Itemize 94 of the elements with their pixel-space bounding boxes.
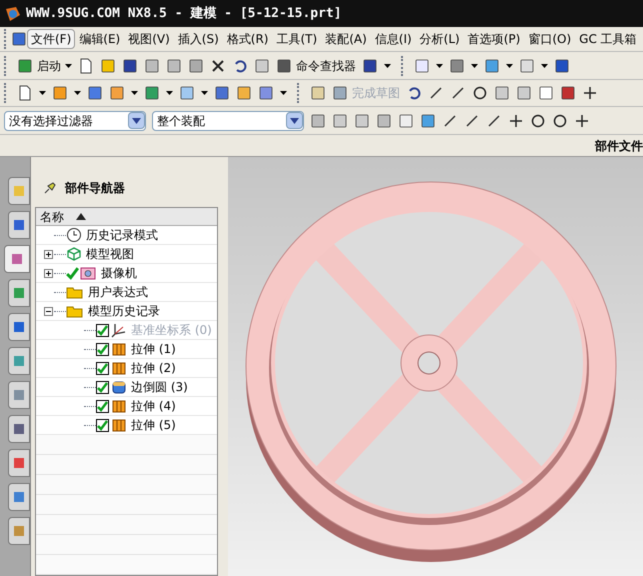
collapse-icon[interactable] bbox=[44, 306, 52, 316]
resource-tab[interactable] bbox=[8, 211, 30, 239]
resource-bar-label: 部件文件 bbox=[595, 138, 643, 154]
rounded-box-icon bbox=[111, 379, 127, 395]
checkbox[interactable] bbox=[96, 362, 109, 374]
caret-icon[interactable] bbox=[280, 91, 287, 95]
checkbox[interactable] bbox=[96, 380, 109, 394]
menu-item[interactable]: GC 工具箱 bbox=[575, 29, 641, 49]
resource-tab[interactable] bbox=[8, 381, 30, 409]
menu-item[interactable]: 窗口(O) bbox=[524, 29, 576, 49]
tab-icon bbox=[12, 184, 26, 198]
line-icon[interactable] bbox=[428, 85, 444, 101]
expand-icon[interactable] bbox=[44, 268, 52, 278]
circle-icon[interactable] bbox=[472, 85, 488, 101]
tree-item-label[interactable]: 边倒圆 (3) bbox=[131, 378, 188, 396]
column-header[interactable]: 名称 bbox=[36, 208, 217, 226]
mid-point-icon[interactable] bbox=[464, 112, 480, 128]
expand-icon[interactable] bbox=[44, 250, 52, 258]
resource-tab[interactable] bbox=[8, 517, 30, 545]
menu-item[interactable]: 装配(A) bbox=[321, 29, 371, 49]
resource-tab[interactable] bbox=[4, 245, 30, 273]
tab-icon bbox=[12, 490, 26, 504]
caret-icon[interactable] bbox=[74, 91, 81, 95]
checkbox[interactable] bbox=[96, 400, 109, 412]
cube-wireframe-icon bbox=[66, 246, 82, 262]
tab-icon bbox=[12, 286, 26, 300]
extrude-block-icon bbox=[111, 398, 127, 414]
tree-item-label[interactable]: 模型历史记录 bbox=[88, 302, 160, 320]
caret-icon[interactable] bbox=[436, 64, 443, 68]
filter-dropdown[interactable]: 没有选择过滤器 bbox=[4, 110, 146, 130]
pin-icon[interactable] bbox=[43, 181, 57, 195]
menu-item[interactable]: 格式(R) bbox=[222, 29, 272, 49]
tab-icon bbox=[12, 422, 26, 436]
app-logo-icon bbox=[4, 4, 22, 22]
resource-tab[interactable] bbox=[8, 279, 30, 307]
resource-tab[interactable] bbox=[8, 313, 30, 341]
caret-icon[interactable] bbox=[506, 64, 513, 68]
tree-item-label[interactable]: 摄像机 bbox=[101, 264, 137, 282]
start-button[interactable]: 启动 bbox=[17, 56, 72, 74]
window-title: WWW.9SUG.COM NX8.5 - 建模 - [5-12-15.prt] bbox=[26, 4, 342, 23]
caret-icon[interactable] bbox=[65, 64, 72, 68]
caret-icon[interactable] bbox=[384, 64, 391, 68]
resource-tab[interactable] bbox=[8, 483, 30, 511]
caret-icon[interactable] bbox=[131, 91, 138, 95]
menu-item[interactable]: 视图(V) bbox=[124, 29, 174, 49]
tree-item-label[interactable]: 拉伸 (4) bbox=[131, 397, 176, 415]
tab-icon bbox=[12, 218, 26, 232]
tree-item-label[interactable]: 拉伸 (5) bbox=[131, 416, 176, 434]
sort-ascending-icon bbox=[76, 213, 86, 220]
caret-icon[interactable] bbox=[471, 64, 478, 68]
checkbox[interactable] bbox=[96, 418, 109, 432]
coordinate-axes-icon bbox=[111, 322, 127, 338]
filter-dropdown[interactable]: 整个装配 bbox=[152, 110, 304, 130]
tab-icon bbox=[12, 388, 26, 402]
dropdown-arrow-icon[interactable] bbox=[290, 118, 299, 124]
tab-icon bbox=[12, 524, 26, 538]
extrude-block-icon bbox=[111, 341, 127, 357]
resource-tab[interactable] bbox=[8, 177, 30, 205]
caret-icon[interactable] bbox=[166, 91, 173, 95]
menu-item[interactable]: 工具(T) bbox=[272, 29, 322, 49]
tab-icon bbox=[12, 354, 26, 368]
extrude-block-icon bbox=[111, 360, 127, 376]
panel-title: 部件导航器 bbox=[65, 180, 125, 197]
menu-item[interactable]: 插入(S) bbox=[174, 29, 223, 49]
dropdown-arrow-icon[interactable] bbox=[132, 118, 141, 124]
curve-point-icon[interactable] bbox=[486, 112, 502, 128]
point-icon[interactable] bbox=[574, 112, 590, 128]
camera-icon bbox=[79, 265, 97, 281]
command-finder-button[interactable]: 命令查找器 bbox=[276, 56, 356, 74]
tree-item-label[interactable]: 历史记录模式 bbox=[86, 226, 158, 244]
tab-icon bbox=[12, 456, 26, 470]
caret-icon[interactable] bbox=[201, 91, 208, 95]
tree-item-label[interactable]: 拉伸 (1) bbox=[131, 340, 176, 358]
menu-item[interactable]: 首选项(P) bbox=[464, 29, 524, 49]
tree-item-label[interactable]: 拉伸 (2) bbox=[131, 359, 176, 377]
menu-item[interactable]: 文件(F) bbox=[27, 29, 76, 49]
caret-icon[interactable] bbox=[39, 91, 46, 95]
menu-item[interactable]: 信息(I) bbox=[370, 29, 416, 49]
menu-item[interactable]: 编辑(E) bbox=[75, 29, 124, 49]
delete-icon[interactable] bbox=[210, 58, 226, 74]
tab-icon bbox=[10, 252, 24, 266]
end-point-icon[interactable] bbox=[442, 112, 458, 128]
tree-item-label[interactable]: 模型视图 bbox=[86, 245, 134, 263]
checkbox[interactable] bbox=[96, 342, 109, 356]
caret-icon[interactable] bbox=[541, 64, 548, 68]
tree-item-label[interactable]: 用户表达式 bbox=[88, 283, 148, 301]
tab-icon bbox=[12, 320, 26, 334]
point-icon[interactable] bbox=[582, 85, 598, 101]
new-file-icon[interactable] bbox=[78, 58, 94, 74]
extrude-block-icon bbox=[111, 417, 127, 433]
resource-tab[interactable] bbox=[8, 415, 30, 443]
resource-tab[interactable] bbox=[8, 449, 30, 477]
menu-item[interactable]: 分析(L) bbox=[416, 29, 464, 49]
resource-tab[interactable] bbox=[8, 347, 30, 375]
